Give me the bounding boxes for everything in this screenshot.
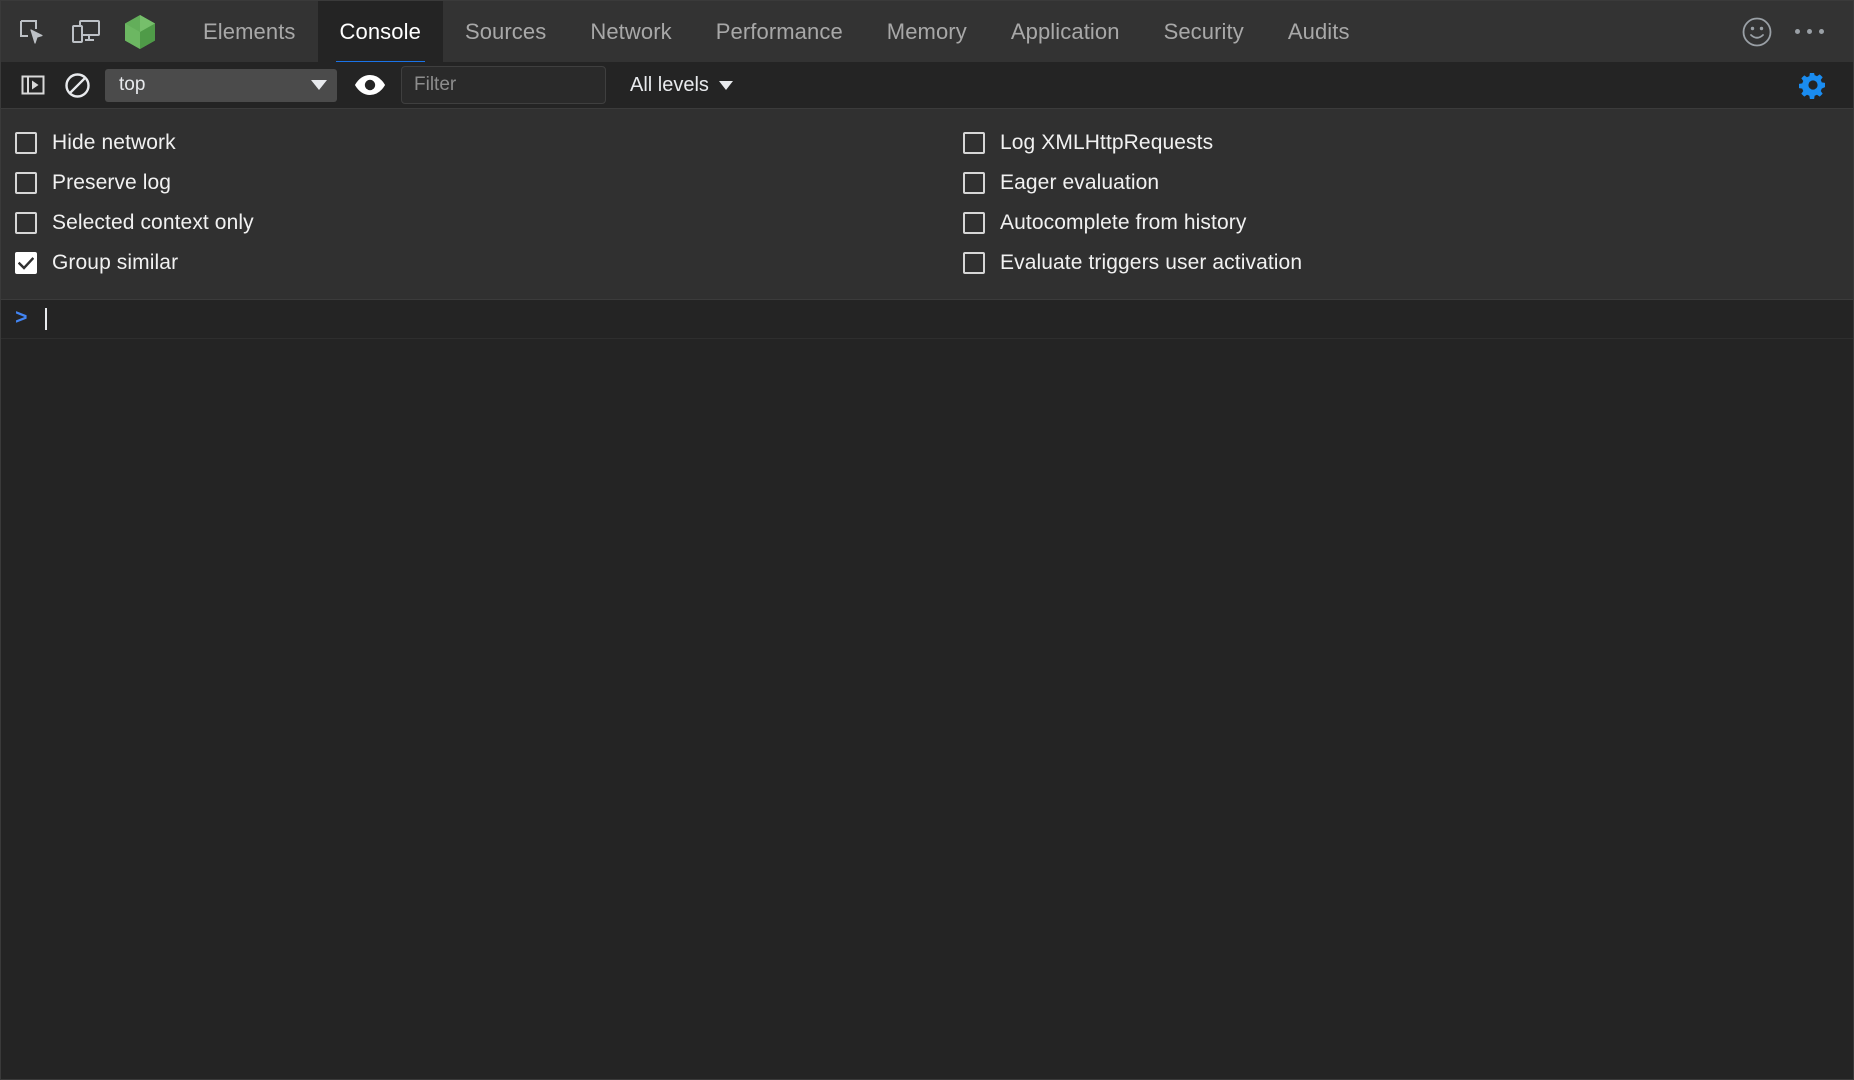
chevron-down-icon bbox=[718, 80, 733, 90]
checkbox-hide-network[interactable]: Hide network bbox=[15, 123, 955, 163]
tab-label: Audits bbox=[1287, 18, 1350, 44]
checkmark-icon bbox=[18, 256, 34, 270]
filter-input[interactable] bbox=[401, 66, 606, 104]
checkbox-box[interactable] bbox=[963, 132, 985, 154]
more-options-dots bbox=[1794, 29, 1824, 34]
console-message-area[interactable]: > bbox=[1, 300, 1853, 1079]
tab-label: Memory bbox=[886, 18, 967, 44]
checkbox-label: Selected context only bbox=[52, 211, 254, 234]
checkbox-label: Evaluate triggers user activation bbox=[1000, 251, 1303, 274]
checkbox-label: Group similar bbox=[52, 251, 179, 274]
tab-sources[interactable]: Sources bbox=[443, 1, 568, 62]
tab-label: Performance bbox=[715, 18, 843, 44]
console-empty-space bbox=[1, 339, 1853, 1079]
tab-performance[interactable]: Performance bbox=[694, 1, 865, 62]
tab-memory[interactable]: Memory bbox=[865, 1, 989, 62]
devtools-tabbar: Elements Console Sources Network Perform… bbox=[1, 1, 1853, 65]
prompt-chevron-icon: > bbox=[15, 307, 28, 331]
checkbox-label: Log XMLHttpRequests bbox=[1000, 131, 1214, 154]
inspect-element-icon[interactable] bbox=[5, 1, 59, 62]
checkbox-log-xmlhttprequests[interactable]: Log XMLHttpRequests bbox=[963, 123, 1302, 163]
tab-security[interactable]: Security bbox=[1142, 1, 1266, 62]
more-options-icon[interactable] bbox=[1783, 1, 1835, 62]
tab-console[interactable]: Console bbox=[317, 1, 443, 65]
tab-label: Sources bbox=[464, 18, 547, 44]
chevron-down-icon bbox=[311, 80, 327, 90]
checkbox-group-similar[interactable]: Group similar bbox=[15, 243, 955, 283]
checkbox-label: Eager evaluation bbox=[1000, 171, 1160, 194]
checkbox-label: Hide network bbox=[52, 131, 176, 154]
checkbox-box[interactable] bbox=[15, 252, 37, 274]
log-levels-dropdown[interactable]: All levels bbox=[624, 70, 739, 101]
console-settings-panel: Hide network Preserve log Selected conte… bbox=[1, 109, 1853, 300]
console-toolbar: top All levels bbox=[1, 62, 1853, 109]
device-toolbar-icon[interactable] bbox=[59, 1, 113, 62]
tab-label: Elements bbox=[203, 18, 296, 44]
checkbox-box[interactable] bbox=[963, 212, 985, 234]
devtools-window: Elements Console Sources Network Perform… bbox=[0, 0, 1854, 1080]
settings-right-column: Log XMLHttpRequests Eager evaluation Aut… bbox=[955, 123, 1302, 283]
tab-label: Application bbox=[1010, 18, 1120, 44]
tab-label: Network bbox=[590, 18, 672, 44]
checkbox-box[interactable] bbox=[15, 132, 37, 154]
feedback-smiley-icon[interactable] bbox=[1731, 1, 1783, 62]
tabbar-right-actions bbox=[1731, 1, 1853, 62]
tab-network[interactable]: Network bbox=[568, 1, 693, 62]
clear-console-icon[interactable] bbox=[55, 67, 99, 103]
console-prompt-row[interactable]: > bbox=[1, 300, 1853, 339]
checkbox-selected-context-only[interactable]: Selected context only bbox=[15, 203, 955, 243]
checkbox-box[interactable] bbox=[963, 172, 985, 194]
log-levels-label: All levels bbox=[630, 73, 709, 96]
console-sidebar-toggle-icon[interactable] bbox=[11, 67, 55, 103]
tab-elements[interactable]: Elements bbox=[181, 1, 318, 62]
checkbox-box[interactable] bbox=[963, 252, 985, 274]
execution-context-selector[interactable]: top bbox=[105, 68, 337, 102]
checkbox-box[interactable] bbox=[15, 172, 37, 194]
checkbox-preserve-log[interactable]: Preserve log bbox=[15, 163, 955, 203]
checkbox-label: Autocomplete from history bbox=[1000, 211, 1247, 234]
checkbox-eager-evaluation[interactable]: Eager evaluation bbox=[963, 163, 1302, 203]
vue-devtools-cube-icon[interactable] bbox=[113, 1, 167, 62]
text-caret bbox=[45, 308, 47, 330]
tab-audits[interactable]: Audits bbox=[1266, 1, 1372, 62]
toolbar-right-actions bbox=[1791, 67, 1843, 103]
tab-label: Security bbox=[1163, 18, 1244, 44]
execution-context-value: top bbox=[119, 74, 146, 95]
console-settings-gear-icon[interactable] bbox=[1791, 67, 1835, 103]
settings-left-column: Hide network Preserve log Selected conte… bbox=[1, 123, 955, 283]
tab-application[interactable]: Application bbox=[989, 1, 1142, 62]
checkbox-evaluate-triggers-user-activation[interactable]: Evaluate triggers user activation bbox=[963, 243, 1302, 283]
checkbox-autocomplete-from-history[interactable]: Autocomplete from history bbox=[963, 203, 1302, 243]
tab-strip: Elements Console Sources Network Perform… bbox=[181, 1, 1372, 65]
checkbox-box[interactable] bbox=[15, 212, 37, 234]
checkbox-label: Preserve log bbox=[52, 171, 172, 194]
eye-icon[interactable] bbox=[345, 67, 395, 103]
tab-label: Console bbox=[339, 18, 421, 44]
